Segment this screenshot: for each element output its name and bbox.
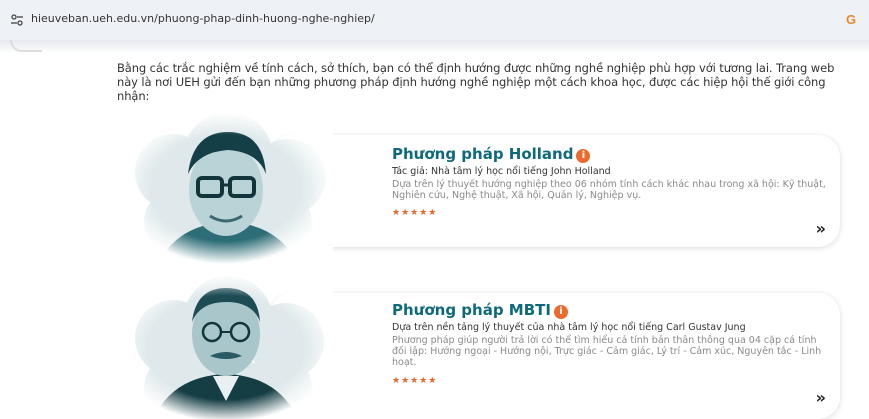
method-title[interactable]: Phương pháp Holland i: [392, 145, 591, 163]
method-description: Dựa trên lý thuyết hướng nghiệp theo 06 …: [392, 179, 826, 201]
rating-stars: ★★★★★: [392, 376, 438, 386]
rating-stars: ★★★★★: [392, 208, 438, 218]
more-arrow-icon[interactable]: »: [816, 219, 826, 238]
method-title[interactable]: Phương pháp MBTI i: [392, 301, 568, 319]
browser-address-bar[interactable]: hieuveban.ueh.edu.vn/phuong-phap-dinh-hu…: [0, 0, 869, 40]
holland-portrait: [118, 112, 333, 264]
page-top-decoration: [10, 40, 42, 52]
page-top-shadow: [0, 40, 869, 54]
method-subtitle: Tác giả: Nhà tâm lý học nổi tiếng John H…: [392, 166, 611, 177]
more-arrow-icon[interactable]: »: [816, 388, 826, 407]
google-icon[interactable]: G: [846, 12, 856, 27]
site-settings-icon[interactable]: [10, 13, 24, 27]
url-text[interactable]: hieuveban.ueh.edu.vn/phuong-phap-dinh-hu…: [31, 12, 375, 25]
intro-text: Bằng các trắc nghiệm về tính cách, sở th…: [117, 61, 835, 103]
method-card-holland[interactable]: Phương pháp Holland i Tác giả: Nhà tâm lý…: [270, 135, 840, 247]
jung-portrait: [118, 276, 333, 419]
info-icon[interactable]: i: [576, 149, 591, 163]
method-description: Phương pháp giúp người trả lời có thể tì…: [392, 335, 822, 368]
info-icon[interactable]: i: [553, 305, 568, 319]
method-subtitle: Dựa trên nền tảng lý thuyết của nhà tâm …: [392, 322, 746, 333]
method-card-mbti[interactable]: Phương pháp MBTI i Dựa trên nền tảng lý t…: [270, 293, 840, 419]
